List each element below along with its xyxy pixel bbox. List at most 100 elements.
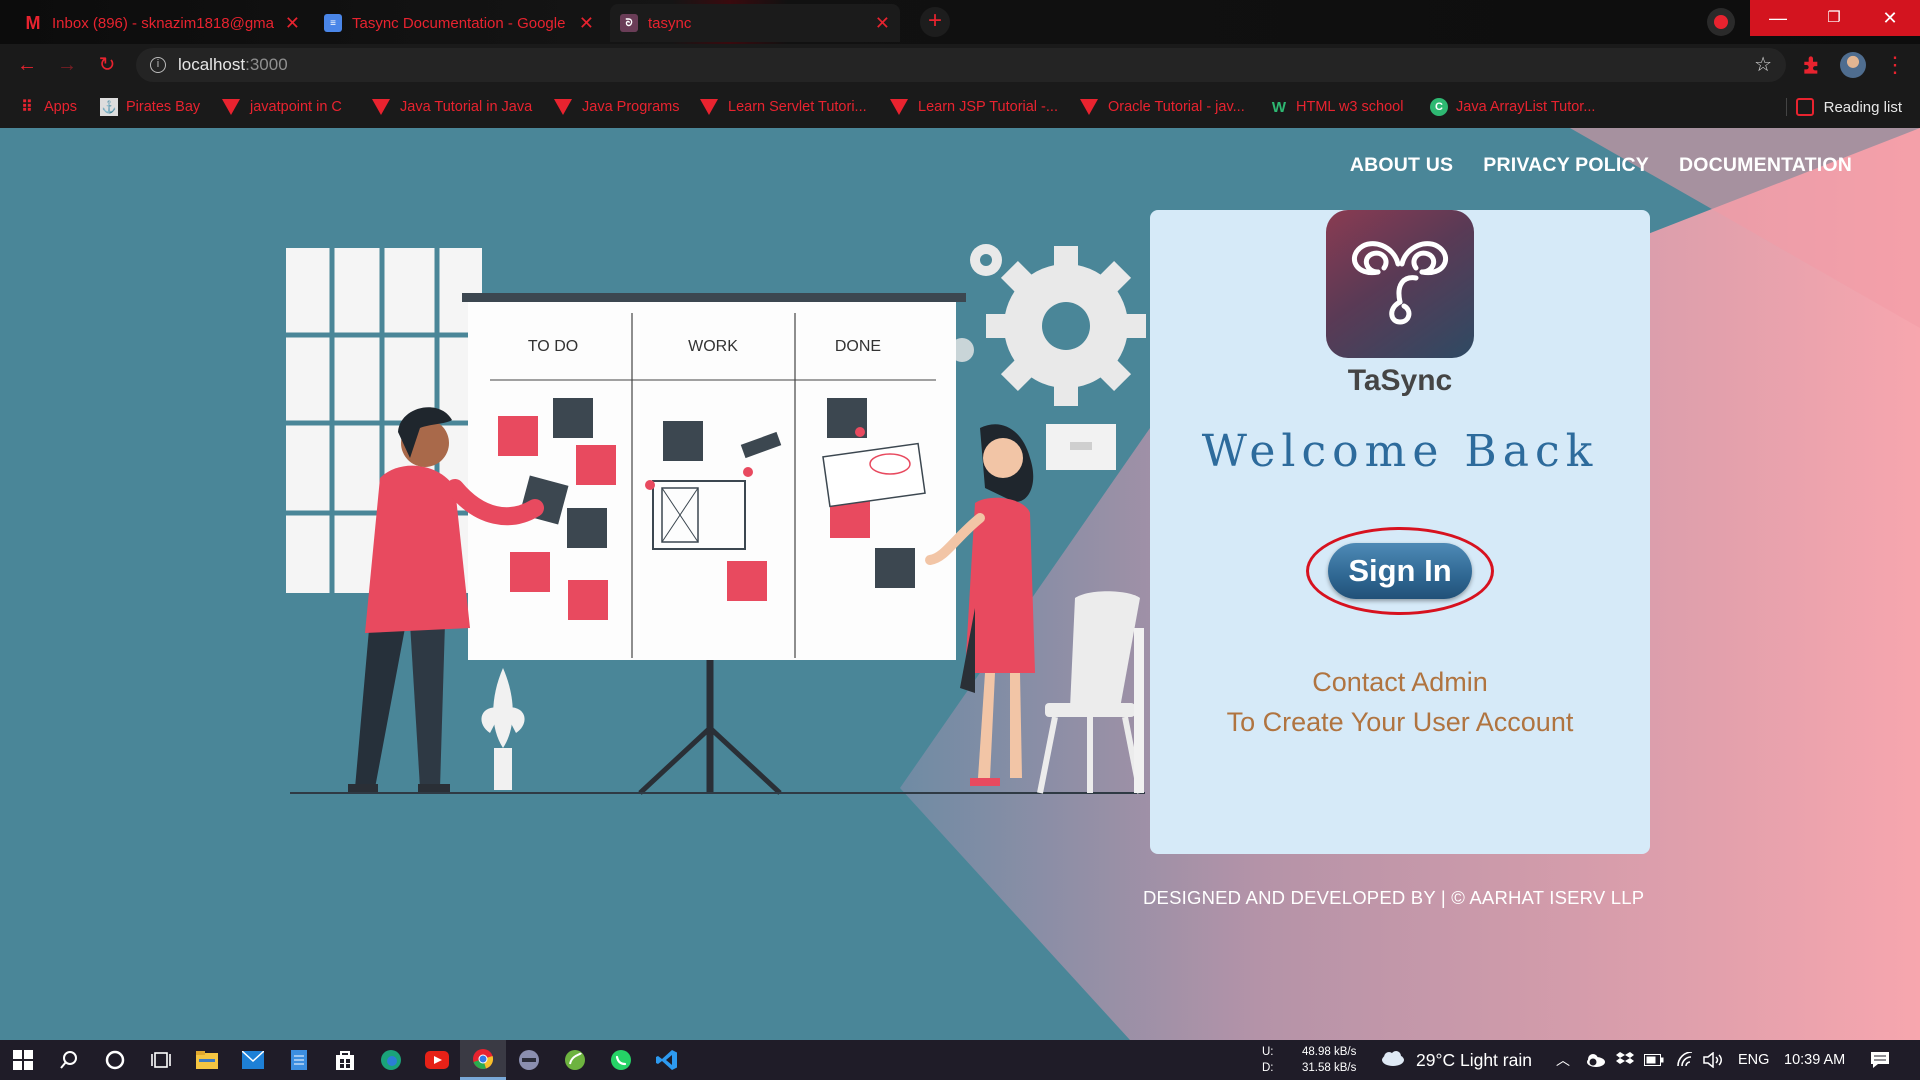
vscode-icon[interactable]: [644, 1040, 690, 1080]
apps-grid-icon: ⠿: [21, 99, 33, 116]
bookmark-java-programs[interactable]: Java Programs: [554, 86, 680, 128]
mail-icon[interactable]: [230, 1040, 276, 1080]
bookmark-java-tutorial[interactable]: Java Tutorial in Java: [372, 86, 532, 128]
reload-icon[interactable]: ↻: [92, 50, 122, 80]
javatpoint-icon: [554, 99, 572, 115]
bookmark-star-icon[interactable]: ☆: [1754, 48, 1772, 82]
network-speed-meter: U: 48.98 kB/s D: 31.58 kB/s: [1262, 1044, 1356, 1076]
tab-title: tasync: [648, 14, 692, 32]
new-tab-button[interactable]: +: [920, 7, 950, 37]
notepad-icon[interactable]: [276, 1040, 322, 1080]
bookmark-label: Java Tutorial in Java: [400, 99, 533, 115]
tab-title: Inbox (896) - sknazim1818@gma: [52, 14, 274, 32]
bookmark-label: Learn Servlet Tutori...: [728, 99, 867, 115]
notifications-icon[interactable]: [1870, 1040, 1890, 1080]
dropbox-icon[interactable]: [1616, 1040, 1634, 1080]
bookmark-w3school[interactable]: W HTML w3 school: [1270, 86, 1404, 128]
chrome-icon[interactable]: [460, 1040, 506, 1080]
restore-icon[interactable]: ❐: [1806, 0, 1862, 36]
nav-about-us[interactable]: ABOUT US: [1350, 154, 1453, 177]
bookmark-apps[interactable]: ⠿ Apps: [18, 86, 77, 128]
tab-tasync[interactable]: ᘐ tasync ✕: [610, 4, 900, 42]
plant-graphic: [481, 668, 525, 790]
javatpoint-icon: [1080, 99, 1098, 115]
file-explorer-icon[interactable]: [184, 1040, 230, 1080]
task-view-icon[interactable]: [138, 1040, 184, 1080]
top-navigation: ABOUT US PRIVACY POLICY DOCUMENTATION: [1350, 154, 1852, 177]
javatpoint-icon: [890, 99, 908, 115]
app-launcher-icon[interactable]: [506, 1040, 552, 1080]
windows-start-icon[interactable]: [0, 1040, 46, 1080]
search-icon[interactable]: [46, 1040, 92, 1080]
bookmark-jsp[interactable]: Learn JSP Tutorial -...: [890, 86, 1058, 128]
tasync-icon: ᘐ: [620, 14, 638, 32]
swirl-logo-icon: [1352, 241, 1448, 325]
nav-privacy-policy[interactable]: PRIVACY POLICY: [1483, 154, 1649, 177]
clock[interactable]: 10:39 AM: [1784, 1040, 1845, 1080]
close-tab-icon[interactable]: ✕: [579, 13, 594, 34]
url-port: :3000: [245, 55, 288, 74]
language-indicator[interactable]: ENG: [1738, 1040, 1769, 1080]
javatpoint-icon: [700, 99, 718, 115]
wifi-icon[interactable]: [1676, 1040, 1694, 1080]
arraylist-site-icon: C: [1430, 98, 1448, 116]
reading-list-button[interactable]: Reading list: [1795, 86, 1902, 128]
site-info-icon[interactable]: i: [150, 57, 166, 73]
battery-icon[interactable]: [1644, 1040, 1664, 1080]
bookmark-servlet[interactable]: Learn Servlet Tutori...: [700, 86, 867, 128]
cortana-icon[interactable]: [92, 1040, 138, 1080]
bookmark-pirates-bay[interactable]: ⚓ Pirates Bay: [100, 86, 200, 128]
volume-icon[interactable]: [1702, 1040, 1724, 1080]
bookmarks-bar: ⠿ Apps ⚓ Pirates Bay javatpoint in C Jav…: [0, 86, 1920, 128]
reading-list-label: Reading list: [1823, 98, 1902, 116]
whatsapp-icon[interactable]: [598, 1040, 644, 1080]
onedrive-icon[interactable]: [1584, 1040, 1606, 1080]
gmail-icon: M: [25, 12, 41, 33]
board-col-todo: TO DO: [528, 338, 578, 355]
minimize-icon[interactable]: —: [1750, 0, 1806, 36]
close-tab-icon[interactable]: ✕: [285, 13, 300, 34]
profile-avatar[interactable]: [1840, 52, 1866, 78]
kanban-board: TO DO WORK DONE: [462, 293, 966, 795]
gears-graphic: [950, 244, 1146, 406]
spring-tool-icon[interactable]: [552, 1040, 598, 1080]
kanban-illustration: TO DO WORK DONE: [286, 244, 1146, 795]
contact-line-1: Contact Admin: [1312, 667, 1488, 697]
tab-title: Tasync Documentation - Google: [352, 14, 566, 32]
forward-arrow-icon[interactable]: →: [52, 50, 82, 80]
close-tab-icon[interactable]: ✕: [875, 13, 890, 34]
extensions-puzzle-icon[interactable]: [1800, 52, 1826, 78]
tasync-logo: [1326, 210, 1474, 358]
login-card: TaSync Welcome Back Sign In Contact Admi…: [1150, 210, 1650, 854]
weather-text: 29°C Light rain: [1416, 1049, 1532, 1070]
sign-in-button[interactable]: Sign In: [1328, 543, 1472, 599]
youtube-icon[interactable]: [414, 1040, 460, 1080]
bookmark-arraylist[interactable]: C Java ArrayList Tutor...: [1430, 86, 1595, 128]
bookmark-label: Pirates Bay: [126, 99, 201, 115]
tasync-login-page: ABOUT US PRIVACY POLICY DOCUMENTATION TO…: [0, 128, 1920, 1040]
back-arrow-icon[interactable]: ←: [12, 50, 42, 80]
bookmark-javatpoint[interactable]: javatpoint in C: [222, 86, 342, 128]
bookmark-label: Java ArrayList Tutor...: [1456, 99, 1596, 115]
javatpoint-icon: [372, 99, 390, 115]
store-icon[interactable]: [322, 1040, 368, 1080]
docs-icon: ≡: [324, 14, 342, 32]
weather-widget[interactable]: 29°C Light rain: [1380, 1040, 1532, 1080]
board-col-done: DONE: [835, 338, 881, 355]
upload-speed: 48.98 kB/s: [1302, 1046, 1357, 1058]
bookmark-oracle[interactable]: Oracle Tutorial - jav...: [1080, 86, 1245, 128]
close-window-icon[interactable]: ✕: [1862, 0, 1918, 36]
tab-docs[interactable]: ≡ Tasync Documentation - Google ✕: [314, 4, 604, 42]
address-bar[interactable]: i localhost:3000 ☆: [136, 48, 1786, 82]
tab-gmail[interactable]: M Inbox (896) - sknazim1818@gma ✕: [14, 4, 310, 42]
bookmark-label: Oracle Tutorial - jav...: [1108, 99, 1245, 115]
chair-graphic: [1037, 591, 1143, 794]
welcome-heading: Welcome Back: [1201, 426, 1599, 477]
url-host: localhost: [178, 55, 246, 74]
contact-line-2: To Create Your User Account: [1226, 707, 1574, 737]
edge-icon[interactable]: [368, 1040, 414, 1080]
media-extension-icon[interactable]: [1707, 8, 1735, 36]
nav-documentation[interactable]: DOCUMENTATION: [1679, 154, 1852, 177]
browser-menu-icon[interactable]: ⋮: [1882, 52, 1908, 78]
show-hidden-icons-chevron-icon[interactable]: ︿: [1556, 1040, 1570, 1080]
